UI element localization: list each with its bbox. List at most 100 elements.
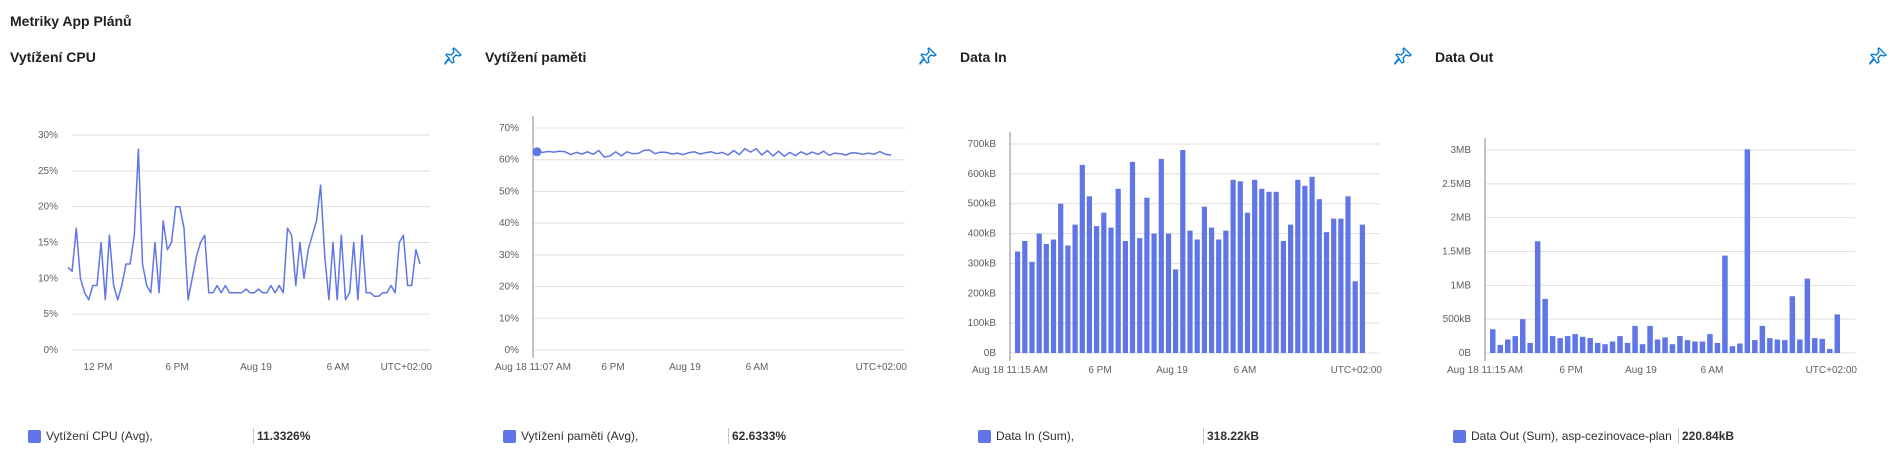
y-tick-label: 600kB: [968, 169, 997, 180]
data-in-chart-plot: 0B 100kB 200kB 300kB 400kB 500kB 600kB 700kB Aug…: [968, 132, 1382, 376]
legend-series-name: Vytížení CPU (Avg),: [46, 429, 153, 443]
bar: [1797, 339, 1803, 353]
y-tick-label: 0B: [984, 348, 997, 359]
bar: [1752, 340, 1758, 353]
x-tick-label: 6 PM: [165, 362, 188, 373]
legend-series-name: Data Out (Sum), asp-cezinovace-plan: [1471, 429, 1672, 443]
x-tick-label: Aug 19: [240, 362, 272, 373]
pin-icon[interactable]: [918, 46, 938, 66]
bar: [1624, 342, 1631, 353]
bar: [1309, 176, 1315, 353]
x-start-label: Aug 18 11:15 AM: [972, 365, 1048, 376]
bar: [1194, 239, 1200, 353]
bar: [1527, 342, 1533, 353]
chart-legend[interactable]: Vytížení CPU (Avg), 11.3326%: [28, 427, 448, 447]
bar: [1137, 238, 1143, 353]
bar: [1542, 298, 1548, 353]
y-tick-label: 70%: [499, 123, 519, 134]
bar: [1767, 338, 1773, 353]
cpu-chart-card: Vytížení CPU 0% 5% 10% 15% 20% 25% 30% 12 PM 6 P…: [0, 40, 470, 460]
bar: [1729, 346, 1736, 353]
data-out-chart-card: Data Out 0B 500kB 1MB 1.5MB 2MB 2.5MB 3MB Aug 1…: [1425, 40, 1895, 460]
y-tick-label: 10%: [38, 273, 58, 284]
timezone-label: UTC+02:00: [381, 362, 433, 373]
bar: [1609, 341, 1616, 353]
x-tick-label: 6 PM: [1088, 365, 1111, 376]
y-tick-label: 30%: [499, 250, 519, 261]
legend-swatch: [978, 430, 991, 443]
y-tick-label: 1.5MB: [1442, 247, 1471, 258]
bar: [1512, 336, 1518, 353]
x-tick-label: 6 AM: [327, 362, 350, 373]
timezone-label: UTC+02:00: [856, 362, 908, 373]
bar: [1072, 224, 1078, 353]
bar: [1490, 329, 1496, 353]
y-tick-label: 25%: [38, 166, 58, 177]
y-tick-label: 500kB: [1443, 314, 1472, 325]
bar: [1834, 314, 1840, 353]
bar: [1345, 196, 1351, 354]
bar: [1015, 251, 1021, 353]
bar: [1029, 261, 1035, 353]
data-in-chart-card: Data In 0B 100kB 200kB 300kB 400kB 500kB 600kB…: [950, 40, 1420, 460]
x-tick-label: 12 PM: [84, 362, 113, 373]
bar: [1187, 230, 1193, 353]
bar: [1230, 179, 1236, 353]
bar: [1151, 233, 1157, 353]
bar: [1692, 341, 1698, 353]
y-tick-label: 100kB: [968, 318, 997, 329]
x-tick-label: 6 PM: [601, 362, 624, 373]
x-start-label: Aug 18 11:07 AM: [495, 362, 571, 373]
bar: [1662, 337, 1668, 353]
bar: [1737, 343, 1743, 353]
bar: [1505, 339, 1511, 353]
bar: [1158, 158, 1164, 353]
bar: [1223, 230, 1229, 353]
bar: [1572, 334, 1578, 353]
bar: [1086, 196, 1092, 354]
bar: [1288, 224, 1294, 353]
page-title: Metriky App Plánů: [10, 13, 132, 29]
bar: [1101, 212, 1107, 353]
y-tick-label: 2MB: [1450, 213, 1471, 224]
bar: [1266, 191, 1272, 353]
bar: [1639, 344, 1646, 353]
bar: [1331, 218, 1337, 353]
bar: [1316, 199, 1322, 353]
chart-legend[interactable]: Data Out (Sum), asp-cezinovace-plan 220.…: [1453, 427, 1873, 447]
bar: [1722, 255, 1728, 353]
legend-separator: [1678, 428, 1679, 444]
bar: [1209, 227, 1215, 353]
bar: [1594, 342, 1601, 353]
bar: [1244, 212, 1251, 353]
series-line: [536, 147, 892, 158]
bar: [1036, 233, 1042, 353]
bar: [1280, 241, 1286, 353]
chart-title: Data Out: [1435, 49, 1494, 65]
bar: [1602, 344, 1608, 353]
legend-series-name: Vytížení paměti (Avg),: [521, 429, 639, 443]
bar: [1549, 336, 1556, 353]
bar: [1497, 344, 1503, 353]
bar: [1252, 179, 1258, 353]
bar: [1819, 338, 1825, 353]
bar: [1058, 203, 1064, 353]
pin-icon[interactable]: [1393, 46, 1413, 66]
legend-series-name: Data In (Sum),: [996, 429, 1075, 443]
bar: [1587, 338, 1593, 353]
memory-chart-card: Vytížení paměti 0% 10% 20% 30% 40% 50% 60% 70% A…: [475, 40, 945, 460]
chart-title: Data In: [960, 49, 1007, 65]
x-tick-label: Aug 19: [669, 362, 701, 373]
pin-icon[interactable]: [1868, 46, 1888, 66]
bar: [1782, 340, 1788, 353]
bar: [1165, 233, 1172, 353]
y-tick-label: 400kB: [968, 229, 997, 240]
chart-legend[interactable]: Data In (Sum), 318.22kB: [978, 427, 1398, 447]
pin-icon[interactable]: [443, 46, 463, 66]
chart-legend[interactable]: Vytížení paměti (Avg), 62.6333%: [503, 427, 923, 447]
series-line: [67, 148, 421, 301]
chart-title: Vytížení CPU: [10, 49, 96, 65]
timezone-label: UTC+02:00: [1806, 365, 1858, 376]
y-tick-label: 700kB: [968, 139, 997, 150]
bar: [1632, 325, 1638, 353]
